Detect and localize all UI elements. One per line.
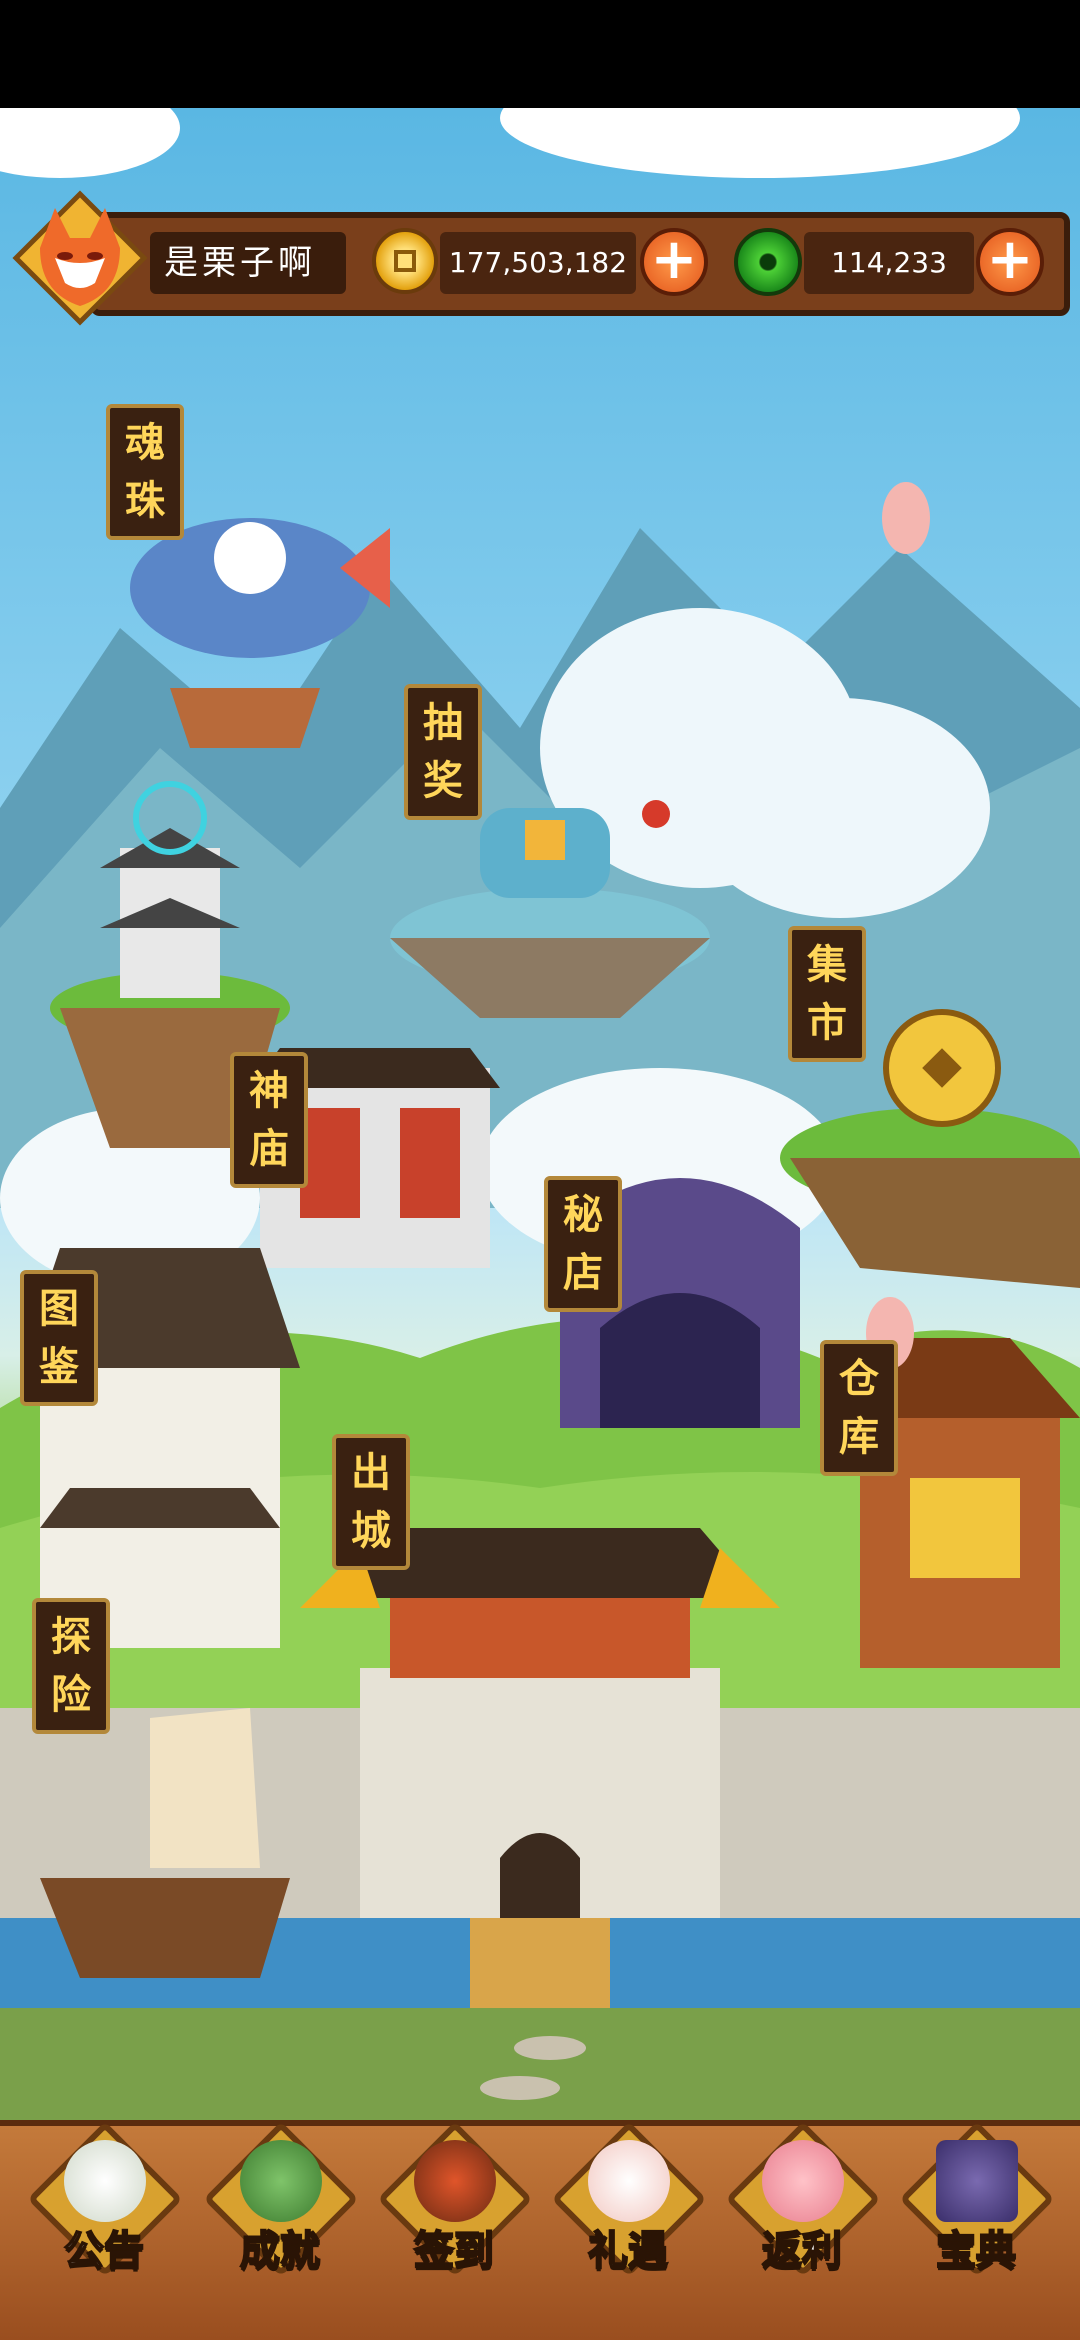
label-char: 市 [807, 999, 847, 1046]
building-label-cangku[interactable]: 仓 库 [820, 1340, 898, 1476]
dragon-statue-icon [240, 2140, 322, 2222]
label-char: 神 [249, 1067, 289, 1114]
fox-mask-icon [12, 190, 148, 326]
menu-codex-button[interactable]: 宝典 [896, 2121, 1056, 2300]
label-char: 库 [839, 1413, 879, 1460]
jade-icon [734, 228, 802, 296]
menu-achievement-button[interactable]: 成就 [200, 2121, 360, 2300]
menu-label: 成就 [239, 2227, 321, 2275]
menu-checkin-button[interactable]: 签到 [374, 2121, 534, 2300]
lucky-cat-icon [588, 2140, 670, 2222]
player-avatar[interactable] [10, 188, 150, 328]
building-label-tujian[interactable]: 图 鉴 [20, 1270, 98, 1406]
label-char: 险 [51, 1671, 91, 1718]
label-char: 鉴 [39, 1343, 79, 1390]
label-char: 探 [51, 1613, 91, 1660]
label-char: 图 [39, 1285, 79, 1332]
add-coins-button[interactable]: + [640, 228, 708, 296]
menu-announcement-button[interactable]: 公告 [24, 2121, 184, 2300]
building-label-shenmiao[interactable]: 神 庙 [230, 1052, 308, 1188]
status-bar [0, 0, 1080, 108]
label-char: 城 [351, 1507, 391, 1554]
label-char: 出 [351, 1449, 391, 1496]
gate-icon [414, 2140, 496, 2222]
scroll-icon [64, 2140, 146, 2222]
label-char: 珠 [125, 477, 165, 524]
menu-gift-button[interactable]: 礼遇 [548, 2121, 708, 2300]
menu-label: 礼遇 [587, 2227, 669, 2275]
building-label-chucheng[interactable]: 出 城 [332, 1434, 410, 1570]
menu-label: 公告 [63, 2227, 145, 2275]
label-char: 秘 [563, 1191, 603, 1238]
building-label-tanxian[interactable]: 探 险 [32, 1598, 110, 1734]
label-char: 魂 [125, 419, 165, 466]
label-char: 奖 [423, 757, 463, 804]
label-char: 庙 [249, 1125, 289, 1172]
jade-amount: 114,233 [804, 232, 974, 294]
label-char: 集 [807, 941, 847, 988]
coin-icon [372, 228, 438, 294]
menu-label: 宝典 [935, 2227, 1017, 2275]
book-icon [936, 2140, 1018, 2222]
coin-amount: 177,503,182 [440, 232, 636, 294]
add-jade-button[interactable]: + [976, 228, 1044, 296]
piggy-bank-icon [762, 2140, 844, 2222]
building-label-jishi[interactable]: 集 市 [788, 926, 866, 1062]
menu-label: 签到 [413, 2227, 495, 2275]
menu-rebate-button[interactable]: 返利 [722, 2121, 882, 2300]
label-char: 店 [563, 1249, 603, 1296]
building-label-choujiang[interactable]: 抽 奖 [404, 684, 482, 820]
label-char: 仓 [839, 1355, 879, 1402]
label-char: 抽 [423, 699, 463, 746]
player-name: 是栗子啊 [150, 232, 346, 294]
building-label-hunzhu[interactable]: 魂 珠 [106, 404, 184, 540]
menu-label: 返利 [761, 2227, 843, 2275]
building-label-midian[interactable]: 秘 店 [544, 1176, 622, 1312]
